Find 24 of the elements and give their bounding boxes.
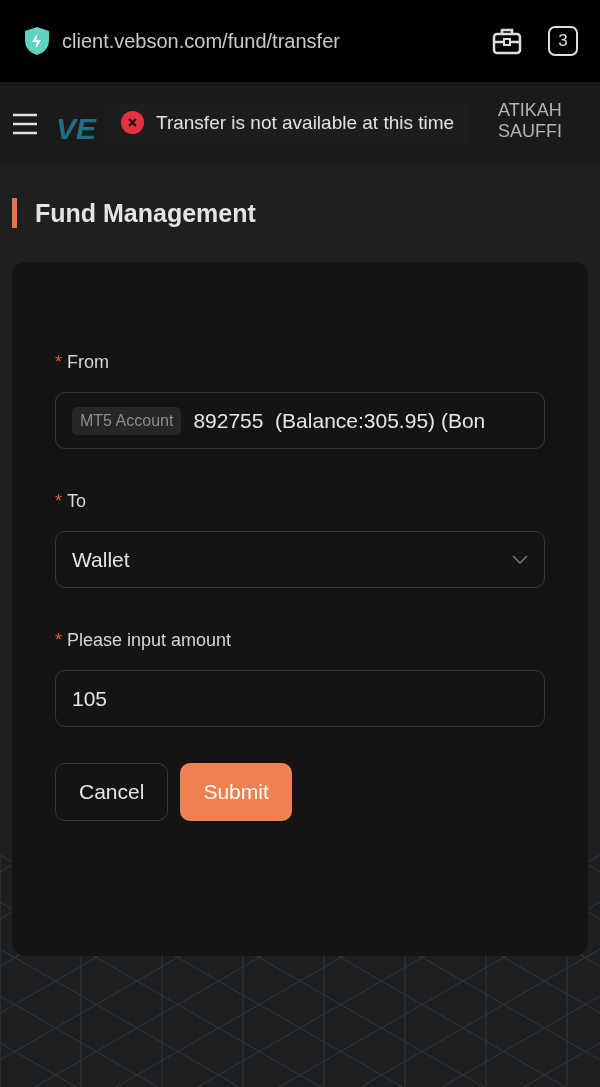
briefcase-icon[interactable] bbox=[492, 27, 522, 55]
toast-message: Transfer is not available at this time bbox=[156, 111, 455, 134]
menu-icon[interactable] bbox=[12, 112, 38, 135]
required-mark: * bbox=[55, 352, 62, 372]
account-select[interactable]: MT5 Account 892755 (Balance:305.95) (Bon bbox=[55, 392, 545, 449]
chevron-down-icon bbox=[512, 554, 528, 565]
account-tag: MT5 Account bbox=[72, 406, 182, 435]
title-accent-bar bbox=[12, 198, 17, 228]
tab-count-button[interactable]: 3 bbox=[548, 26, 578, 56]
destination-select[interactable]: Wallet bbox=[55, 531, 545, 588]
account-value: 892755 (Balance:305.95) (Bon bbox=[193, 408, 486, 433]
required-mark: * bbox=[55, 630, 62, 650]
field-label: From bbox=[67, 352, 109, 372]
page-title: Fund Management bbox=[35, 198, 256, 228]
required-mark: * bbox=[55, 491, 62, 511]
amount-field[interactable]: 105 bbox=[55, 670, 545, 727]
shield-icon bbox=[24, 26, 50, 56]
user-name: SAUFFI bbox=[498, 120, 562, 142]
cancel-button[interactable]: Cancel bbox=[55, 763, 169, 821]
field-label: Please input amount bbox=[67, 630, 232, 650]
field-label: To bbox=[67, 491, 87, 511]
url-text[interactable]: client.vebson.com/fund/transfer bbox=[62, 29, 480, 53]
error-icon bbox=[121, 111, 144, 134]
user-name: ATIKAH bbox=[498, 99, 562, 121]
